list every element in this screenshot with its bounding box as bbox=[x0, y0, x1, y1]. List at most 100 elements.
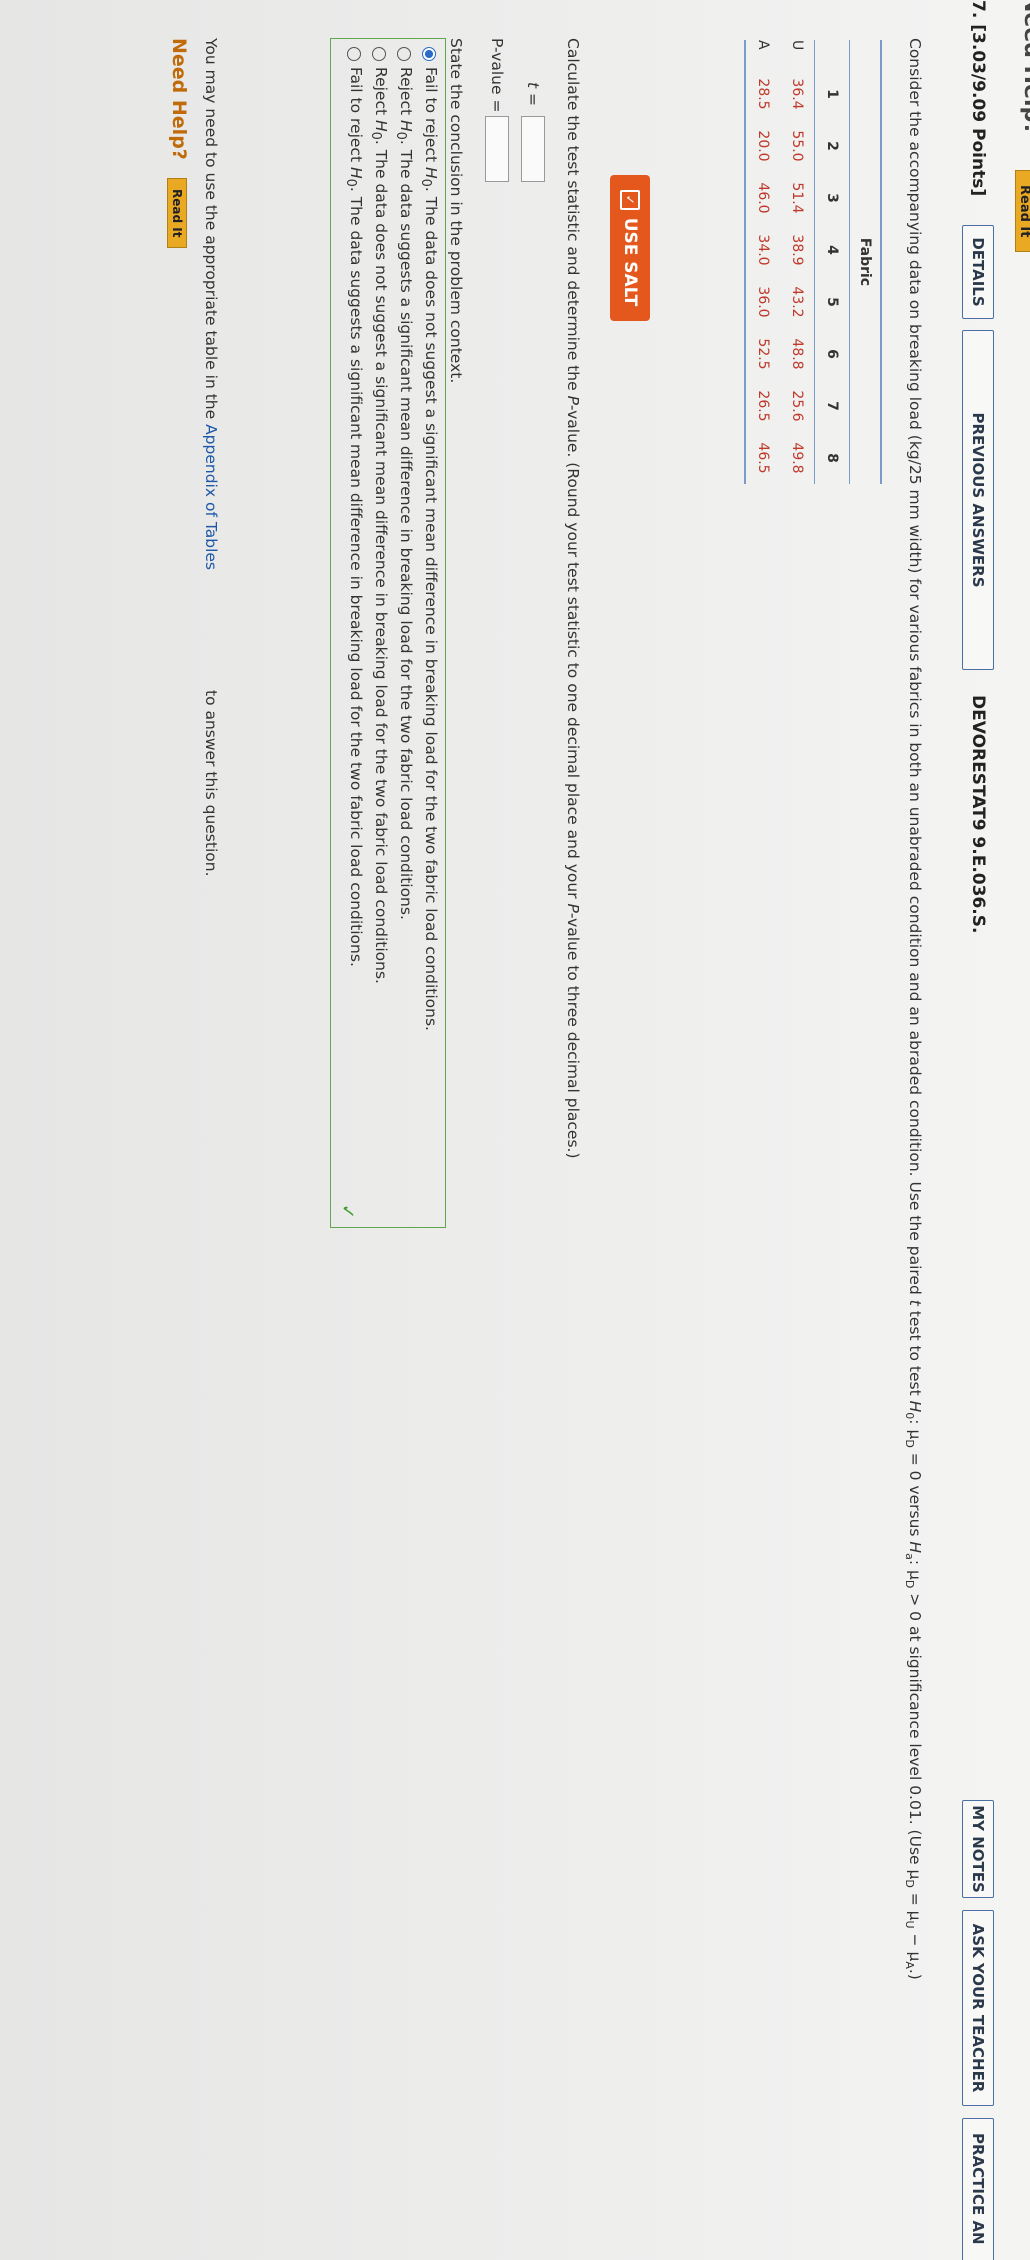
table-header-cell: 7 bbox=[814, 380, 850, 432]
table-cell: 20.0 bbox=[745, 120, 780, 172]
table-header-cell bbox=[814, 40, 850, 68]
table-cell: 28.5 bbox=[745, 68, 780, 120]
conclusion-heading: State the conclusion in the problem cont… bbox=[447, 38, 465, 384]
top-help-row: Need Help? Read It bbox=[1008, 0, 1030, 2260]
table-cell: 36.4 bbox=[789, 78, 805, 110]
table-cell: 46.0 bbox=[745, 172, 780, 224]
radio-icon[interactable] bbox=[396, 47, 411, 61]
subscript: D bbox=[902, 1879, 916, 1888]
need-help-label: Need Help? bbox=[168, 38, 190, 160]
table-cell: 34.0 bbox=[745, 224, 780, 276]
h-symbol: H bbox=[397, 119, 415, 132]
calc-text: -value. (Round your test statistic to on… bbox=[564, 404, 582, 904]
calc-text: Calculate the test statistic and determi… bbox=[564, 38, 582, 396]
row-label: U bbox=[789, 40, 805, 51]
salt-icon: ✓ bbox=[620, 189, 640, 210]
subscript: U bbox=[902, 1920, 916, 1929]
prompt-text: > 0 at significance level 0.01. (Use μ bbox=[906, 1588, 924, 1880]
table-cell: 26.5 bbox=[745, 380, 780, 432]
h0-symbol: H bbox=[906, 1400, 924, 1413]
subscript: a bbox=[902, 1553, 916, 1560]
footer-text: You may need to use the appropriate tabl… bbox=[202, 38, 220, 425]
choice-text: . The data suggests a significant mean d… bbox=[397, 139, 415, 920]
use-salt-button[interactable]: ✓ USE SALT bbox=[610, 175, 650, 321]
choice-text: Reject bbox=[397, 67, 415, 120]
ha-symbol: H bbox=[906, 1541, 924, 1554]
footer-note: You may need to use the appropriate tabl… bbox=[202, 38, 220, 570]
correct-check-icon: ✓ bbox=[337, 1203, 358, 1219]
top-read-it-button[interactable]: Read It bbox=[1015, 170, 1030, 253]
table-header-cell: 1 bbox=[814, 68, 850, 120]
subscript: 0 bbox=[392, 131, 408, 140]
p-symbol: P bbox=[564, 395, 582, 405]
h-symbol: H bbox=[372, 119, 390, 132]
t-statistic-input[interactable] bbox=[521, 116, 545, 182]
table-cell: 38.9 bbox=[789, 234, 805, 266]
choice-label: Reject H0. The data suggests a significa… bbox=[393, 67, 415, 920]
practice-another-button[interactable]: PRACTICE AN bbox=[962, 2118, 994, 2260]
table-cell: 46.5 bbox=[745, 432, 780, 484]
table-row-unabraded: U 36.4 55.0 51.4 38.9 43.2 48.8 25.6 49.… bbox=[780, 40, 815, 484]
table-header-cell: 6 bbox=[814, 328, 850, 380]
prompt-text: = 0 versus bbox=[906, 1447, 924, 1542]
previous-answers-button[interactable]: PREVIOUS ANSWERS bbox=[962, 330, 994, 670]
question-points: [3.03/9.09 Points] bbox=[968, 24, 988, 197]
row-label: A bbox=[745, 40, 780, 68]
choice-reject-no-suggest[interactable]: Reject H0. The data does not suggest a s… bbox=[368, 47, 390, 984]
details-button[interactable]: DETAILS bbox=[962, 225, 994, 319]
table-row-abraded: A 28.5 20.0 46.0 34.0 36.0 52.5 26.5 46.… bbox=[745, 40, 780, 484]
subscript: A bbox=[902, 1961, 916, 1969]
top-need-help: Need Help? bbox=[1019, 0, 1030, 136]
table-cell: 43.2 bbox=[789, 286, 805, 318]
appendix-of-tables-link[interactable]: Appendix of Tables bbox=[202, 424, 220, 570]
t-label: t = bbox=[524, 82, 542, 106]
table-cell: 25.6 bbox=[789, 390, 805, 422]
p-value-label: P-value = bbox=[488, 38, 506, 113]
read-it-button[interactable]: Read It bbox=[167, 178, 187, 249]
table-header-cell: 4 bbox=[814, 224, 850, 276]
p-symbol: P bbox=[564, 903, 582, 913]
table-header-cell: 2 bbox=[814, 120, 850, 172]
table-header-cell: 8 bbox=[814, 432, 850, 484]
table-caption: Fabric bbox=[849, 40, 881, 484]
question-header: 7. [3.03/9.09 Points] bbox=[968, 0, 988, 196]
table-cell: 49.8 bbox=[789, 442, 805, 474]
assignment-code: DEVORESTAT9 9.E.036.S. bbox=[968, 695, 988, 934]
choice-fail-reject-suggest[interactable]: Fail to reject H0. The data suggests a s… bbox=[343, 47, 365, 967]
p-value-input[interactable] bbox=[485, 116, 509, 182]
table-header-cell: 3 bbox=[814, 172, 850, 224]
h-symbol: H bbox=[347, 166, 365, 179]
choice-label: Reject H0. The data does not suggest a s… bbox=[368, 67, 390, 984]
ask-your-teacher-button[interactable]: ASK YOUR TEACHER bbox=[962, 1910, 994, 2106]
prompt-text: .) bbox=[906, 1968, 924, 1980]
table-cell: 36.0 bbox=[745, 276, 780, 328]
choice-text: Fail to reject bbox=[422, 67, 440, 167]
choice-fail-reject-no-suggest[interactable]: Fail to reject H0. The data does not sug… bbox=[418, 47, 440, 1031]
prompt-text: = μ bbox=[906, 1887, 924, 1921]
choice-text: . The data does not suggest a significan… bbox=[372, 139, 390, 984]
choice-text: Reject bbox=[372, 67, 390, 120]
prompt-text: : μ bbox=[906, 1559, 924, 1580]
radio-selected-icon[interactable] bbox=[421, 47, 436, 61]
radio-icon[interactable] bbox=[346, 47, 361, 61]
prompt-text: Consider the accompanying data on breaki… bbox=[906, 38, 924, 1300]
page-frame: Need Help? Read It 7. [3.03/9.09 Points]… bbox=[0, 0, 1030, 2260]
use-salt-label: USE SALT bbox=[620, 217, 640, 307]
prompt-text: test to test bbox=[906, 1305, 924, 1401]
footer-text-end: to answer this question. bbox=[202, 690, 220, 877]
calc-instructions: Calculate the test statistic and determi… bbox=[564, 38, 582, 1159]
fabric-data-table: Fabric 1 2 3 4 5 6 7 8 U 36.4 55.0 51.4 … bbox=[744, 40, 882, 484]
choice-text: Fail to reject bbox=[347, 67, 365, 167]
table-cell: 55.0 bbox=[789, 130, 805, 162]
question-prompt: Consider the accompanying data on breaki… bbox=[903, 38, 924, 1980]
subscript: 0 bbox=[342, 178, 358, 187]
choice-text: . The data does not suggest a significan… bbox=[422, 186, 440, 1031]
choice-label: Fail to reject H0. The data does not sug… bbox=[418, 67, 440, 1031]
choice-reject-suggest[interactable]: Reject H0. The data suggests a significa… bbox=[393, 47, 415, 920]
table-header-cell: 5 bbox=[814, 276, 850, 328]
radio-icon[interactable] bbox=[371, 47, 386, 61]
conclusion-choices: Fail to reject H0. The data does not sug… bbox=[330, 38, 446, 1228]
choice-label: Fail to reject H0. The data suggests a s… bbox=[343, 67, 365, 967]
calc-text: -value to three decimal places.) bbox=[564, 912, 582, 1159]
my-notes-button[interactable]: MY NOTES bbox=[962, 1800, 994, 1898]
